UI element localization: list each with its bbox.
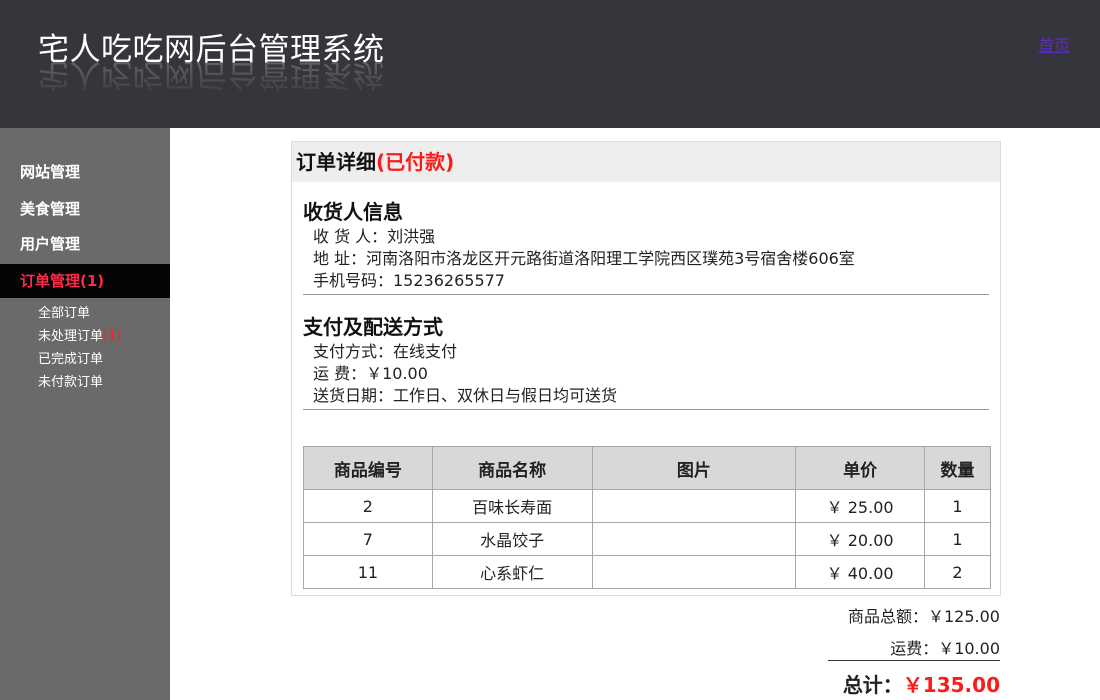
- subtotal-amount: 商品总额：￥125.00: [848, 607, 1000, 626]
- receiver-phone: 手机号码：15236265577: [313, 271, 505, 290]
- receiver-info-heading: 收货人信息: [303, 200, 403, 224]
- order-detail-title: 订单详细(已付款): [292, 142, 1000, 182]
- order-detail-panel: 订单详细(已付款) 收货人信息 收 货 人：刘洪强 地 址：河南洛阳市洛龙区开元…: [291, 141, 1001, 596]
- sidebar-item-user-management[interactable]: 用户管理: [0, 227, 170, 261]
- column-header-unit-price: 单价: [795, 446, 926, 490]
- cell-item-image: [591, 555, 797, 589]
- cell-item-name: 水晶饺子: [431, 522, 593, 556]
- cell-item-image: [591, 522, 797, 556]
- shipping-fee: 运 费：￥10.00: [313, 364, 428, 383]
- cell-item-id: 2: [303, 489, 433, 523]
- table-row: 7 水晶饺子 ￥ 20.00 1: [303, 522, 991, 556]
- sidebar-subitem-pending-orders[interactable]: 未处理订单(1): [38, 326, 121, 347]
- cell-quantity: 1: [924, 489, 991, 523]
- sidebar-subitem-label: 全部订单: [38, 306, 91, 321]
- pending-count-badge: (1): [103, 329, 122, 344]
- cell-item-name: 百味长寿面: [431, 489, 593, 523]
- app-title-reflection: 宅人吃吃网后台管理系统: [38, 62, 385, 92]
- cell-unit-price: ￥ 25.00: [795, 489, 926, 523]
- payment-method: 支付方式：在线支付: [313, 342, 458, 361]
- sidebar-subitem-completed-orders[interactable]: 已完成订单: [38, 349, 103, 370]
- sidebar-subitem-all-orders[interactable]: 全部订单: [38, 303, 90, 324]
- column-header-quantity: 数量: [924, 446, 991, 490]
- order-detail-heading: 订单详细: [296, 150, 376, 174]
- cell-unit-price: ￥ 20.00: [795, 522, 926, 556]
- receiver-name: 收 货 人：刘洪强: [313, 227, 436, 246]
- table-row: 11 心系虾仁 ￥ 40.00 2: [303, 555, 991, 589]
- column-header-image: 图片: [591, 446, 797, 490]
- receiver-info-section: 收货人信息 收 货 人：刘洪强 地 址：河南洛阳市洛龙区开元路街道洛阳理工学院西…: [303, 182, 989, 295]
- table-row: 2 百味长寿面 ￥ 25.00 1: [303, 489, 991, 523]
- table-header-row: 商品编号 商品名称 图片 单价 数量: [303, 446, 991, 490]
- sidebar-item-food-management[interactable]: 美食管理: [0, 192, 170, 226]
- payment-shipping-section: 支付及配送方式 支付方式：在线支付 运 费：￥10.00 送货日期：工作日、双休…: [303, 295, 989, 410]
- sidebar: 网站管理 美食管理 用户管理 订单管理(1) 全部订单 未处理订单(1) 已完成…: [0, 128, 170, 700]
- grand-total: 总计：￥135.00: [843, 669, 1000, 698]
- header-bar: 宅人吃吃网后台管理系统 宅人吃吃网后台管理系统 首页: [0, 0, 1100, 128]
- cell-quantity: 1: [924, 522, 991, 556]
- sidebar-subitem-unpaid-orders[interactable]: 未付款订单: [38, 372, 103, 393]
- grand-total-label: 总计：: [842, 673, 903, 697]
- grand-total-amount: ￥135.00: [902, 673, 1000, 697]
- shipping-total: 运费：￥10.00: [890, 639, 1000, 658]
- cell-item-image: [591, 489, 797, 523]
- cell-item-id: 11: [303, 555, 433, 589]
- column-header-item-id: 商品编号: [303, 446, 433, 490]
- cell-item-name: 心系虾仁: [431, 555, 593, 589]
- sidebar-subitem-label: 未付款订单: [38, 375, 104, 390]
- sidebar-item-order-management[interactable]: 订单管理(1): [0, 264, 170, 298]
- column-header-item-name: 商品名称: [431, 446, 593, 490]
- payment-shipping-heading: 支付及配送方式: [303, 315, 443, 339]
- sidebar-subitem-label: 未处理订单: [38, 329, 104, 344]
- sidebar-item-site-management[interactable]: 网站管理: [0, 155, 170, 189]
- order-status-badge: (已付款): [376, 150, 455, 174]
- delivery-date: 送货日期：工作日、双休日与假日均可送货: [313, 386, 618, 405]
- sidebar-subitem-label: 已完成订单: [38, 352, 104, 367]
- cell-quantity: 2: [924, 555, 991, 589]
- receiver-address: 地 址：河南洛阳市洛龙区开元路街道洛阳理工学院西区璞苑3号宿舍楼606室: [313, 249, 855, 268]
- cell-unit-price: ￥ 40.00: [795, 555, 926, 589]
- totals-divider: [828, 660, 1000, 661]
- cell-item-id: 7: [303, 522, 433, 556]
- home-link[interactable]: 首页: [1038, 32, 1070, 56]
- order-items-table: 商品编号 商品名称 图片 单价 数量 2 百味长寿面 ￥ 25.00 1 7 水…: [303, 446, 991, 589]
